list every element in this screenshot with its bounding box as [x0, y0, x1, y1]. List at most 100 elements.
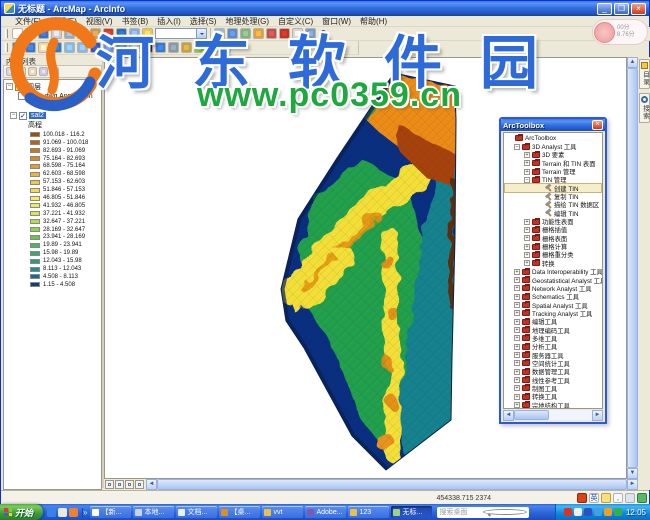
search-icon[interactable]: [483, 509, 527, 515]
expander-icon[interactable]: [514, 310, 520, 316]
map-vertical-scrollbar[interactable]: ▲ ▼: [627, 57, 638, 479]
expander-icon[interactable]: [524, 152, 530, 158]
full-extent-icon[interactable]: [51, 42, 62, 53]
scroll-thumb[interactable]: [627, 68, 638, 468]
close-button[interactable]: ×: [631, 3, 646, 15]
table-icon[interactable]: [240, 28, 251, 39]
open-icon[interactable]: [25, 28, 36, 39]
catalog-window-icon[interactable]: [253, 28, 264, 39]
annotation-visibility-checkbox[interactable]: [18, 92, 26, 100]
toolbar-grip[interactable]: [5, 29, 8, 38]
taskbar-button[interactable]: 无标...: [391, 506, 432, 518]
dock-tab[interactable]: 目录: [639, 59, 650, 89]
toolbox-item[interactable]: 宗地结构工具: [505, 401, 601, 409]
legend-entry[interactable]: 51.846 - 57.153: [30, 186, 101, 194]
expander-icon[interactable]: [514, 269, 520, 275]
menu-item[interactable]: 地理处理(G): [221, 16, 273, 26]
ime-settings-icon[interactable]: [637, 493, 647, 503]
taskbar-button[interactable]: 【桌...: [219, 506, 260, 518]
scroll-left-icon[interactable]: ◄: [503, 410, 514, 421]
map-canvas[interactable]: ArcToolbox × ArcToolbox 3D Analyst 工具: [104, 57, 627, 479]
expander-icon[interactable]: [524, 160, 530, 166]
clear-selection-icon[interactable]: [129, 42, 140, 53]
menu-item[interactable]: 选择(S): [186, 16, 221, 26]
list-by-selection-icon[interactable]: [39, 67, 48, 76]
copy-icon[interactable]: [77, 28, 88, 39]
expander-icon[interactable]: [524, 219, 530, 225]
zoom-in-icon[interactable]: [12, 42, 23, 53]
ime-language-icon[interactable]: 英: [589, 493, 599, 503]
legend-entry[interactable]: 12.043 - 15.98: [30, 257, 101, 265]
expander-icon[interactable]: [514, 402, 520, 408]
expander-icon[interactable]: [514, 377, 520, 383]
menu-item[interactable]: 文件(F): [11, 16, 45, 26]
expander-icon[interactable]: [514, 327, 520, 333]
toolbar-grip[interactable]: [5, 43, 8, 52]
arctoolbox-window-icon[interactable]: [279, 28, 290, 39]
toolbox-item[interactable]: 描绘 TIN 数据区: [505, 201, 601, 209]
hyperlink-icon[interactable]: [207, 42, 218, 53]
search-window-icon[interactable]: [266, 28, 277, 39]
print-icon[interactable]: [51, 28, 62, 39]
ime-logo-icon[interactable]: [577, 493, 587, 503]
legend-entry[interactable]: 75.164 - 82.693: [30, 155, 101, 163]
scroll-right-icon[interactable]: ►: [627, 479, 638, 490]
collapse-icon[interactable]: [6, 83, 13, 90]
data-view-button[interactable]: [105, 480, 114, 489]
expander-icon[interactable]: [514, 302, 520, 308]
expander-icon[interactable]: [514, 352, 520, 358]
select-elements-icon[interactable]: [142, 42, 153, 53]
legend-entry[interactable]: 1.15 - 4.508: [30, 281, 101, 289]
quick-launch-app-icon[interactable]: [69, 508, 78, 517]
tray-network-icon[interactable]: [594, 508, 602, 516]
expander-icon[interactable]: [524, 227, 530, 233]
expander-icon[interactable]: [514, 394, 520, 400]
list-by-drawing-order-icon[interactable]: [6, 67, 15, 76]
scroll-right-icon[interactable]: ►: [592, 410, 603, 421]
minimize-button[interactable]: _: [597, 3, 612, 15]
scroll-down-icon[interactable]: ▼: [627, 468, 638, 479]
fixed-zoom-in-icon[interactable]: [64, 42, 75, 53]
legend-entry[interactable]: 4.508 - 8.113: [30, 273, 101, 281]
taskbar-button[interactable]: Adobe...: [305, 506, 346, 518]
expander-icon[interactable]: [514, 344, 520, 350]
menu-item[interactable]: 编辑(E): [46, 16, 81, 26]
menu-item[interactable]: 书签(B): [118, 16, 153, 26]
scroll-thumb[interactable]: [514, 410, 549, 420]
list-by-visibility-icon[interactable]: [28, 67, 37, 76]
expander-icon[interactable]: [524, 252, 530, 258]
pause-drawing-button[interactable]: [135, 480, 144, 489]
ime-softkeyboard-icon[interactable]: [625, 493, 635, 503]
expander-icon[interactable]: [514, 360, 520, 366]
start-button[interactable]: 开始: [0, 504, 43, 520]
legend-entry[interactable]: 41.932 - 46.805: [30, 202, 101, 210]
taskbar-clock[interactable]: 12:05: [624, 508, 646, 517]
pan-icon[interactable]: [38, 42, 49, 53]
scroll-thumb[interactable]: [157, 479, 627, 490]
legend-entry[interactable]: 100.018 - 116.2: [30, 131, 101, 139]
delete-icon[interactable]: [103, 28, 114, 39]
toc-layers-root[interactable]: 图层: [6, 82, 101, 92]
editor-toolbar-icon[interactable]: [227, 28, 238, 39]
help-icon[interactable]: ?: [318, 29, 329, 38]
tin-layer-label[interactable]: sal2: [29, 112, 46, 119]
fixed-zoom-out-icon[interactable]: [77, 42, 88, 53]
html-popup-icon[interactable]: [220, 42, 231, 53]
expander-icon[interactable]: [514, 285, 520, 291]
measure-scale-icon[interactable]: [214, 28, 225, 39]
toc-options-icon[interactable]: [50, 67, 59, 76]
refresh-view-button[interactable]: [125, 480, 134, 489]
toolbox-item[interactable]: TIN 管理: [505, 176, 601, 184]
toc-tin-layer[interactable]: sal2: [10, 111, 101, 121]
combo-dropdown-icon[interactable]: [196, 29, 206, 38]
ime-fullhalf-icon[interactable]: [601, 493, 611, 503]
scroll-up-icon[interactable]: ▲: [627, 57, 638, 68]
legend-entry[interactable]: 15.98 - 19.89: [30, 249, 101, 257]
scroll-left-icon[interactable]: ◄: [146, 479, 157, 490]
tin-visibility-checkbox[interactable]: [19, 112, 27, 120]
dock-tab[interactable]: 搜索: [639, 93, 650, 123]
find-icon[interactable]: [168, 42, 179, 53]
expander-icon[interactable]: [514, 277, 520, 283]
menu-item[interactable]: 插入(I): [153, 16, 185, 26]
toolbox-item[interactable]: 创建 TIN: [505, 184, 601, 192]
